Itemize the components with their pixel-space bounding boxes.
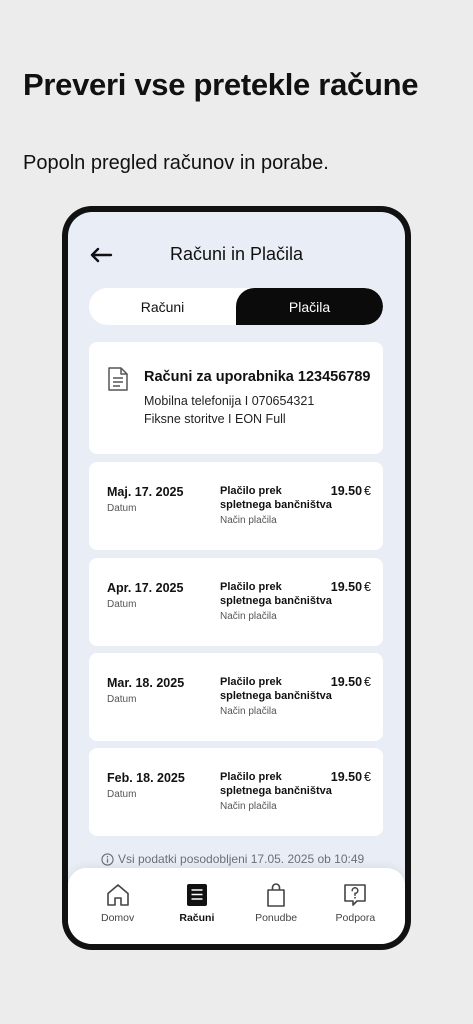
tab-podpora[interactable]: Podpora bbox=[320, 882, 390, 944]
document-icon bbox=[108, 367, 128, 391]
bill-icon bbox=[186, 884, 207, 906]
payment-currency: € bbox=[364, 484, 371, 498]
account-card[interactable]: Računi za uporabnika 123456789 Mobilna t… bbox=[89, 342, 383, 454]
tab-ponudbe[interactable]: Ponudbe bbox=[241, 882, 311, 944]
tab-label: Domov bbox=[100, 912, 135, 924]
help-icon bbox=[344, 884, 367, 906]
payment-amount-value: 19.50 bbox=[330, 770, 363, 784]
app-header: Računi in Plačila bbox=[68, 240, 405, 270]
tab-racuni[interactable]: Računi bbox=[89, 288, 236, 325]
payment-currency: € bbox=[364, 770, 371, 784]
payment-date-label: Datum bbox=[107, 789, 137, 800]
tab-placila[interactable]: Plačila bbox=[236, 288, 383, 325]
payment-card[interactable]: Apr. 17. 2025 Datum Plačilo prek spletne… bbox=[89, 558, 383, 646]
payment-amount: 19.50 € bbox=[331, 484, 371, 498]
payment-method: Plačilo prek spletnega bančništva bbox=[220, 771, 332, 797]
promo-title: Preveri vse pretekle račune bbox=[23, 67, 419, 102]
tab-label: Podpora bbox=[335, 912, 376, 924]
payment-amount-value: 19.50 bbox=[330, 580, 363, 594]
payment-amount: 19.50 € bbox=[331, 770, 371, 784]
payment-card[interactable]: Mar. 18. 2025 Datum Plačilo prek spletne… bbox=[89, 653, 383, 741]
payment-method-label: Način plačila bbox=[220, 801, 277, 812]
payment-card[interactable]: Feb. 18. 2025 Datum Plačilo prek spletne… bbox=[89, 748, 383, 836]
payment-method: Plačilo prek spletnega bančništva bbox=[220, 676, 332, 702]
tab-label: Ponudbe bbox=[255, 912, 298, 924]
payment-amount: 19.50 € bbox=[331, 675, 371, 689]
promo-subtitle: Popoln pregled računov in porabe. bbox=[23, 152, 329, 174]
app-screen: Računi in Plačila Računi Plačila Računi … bbox=[68, 212, 405, 944]
tab-label: Računi bbox=[179, 912, 215, 924]
account-title: Računi za uporabnika 123456789 bbox=[144, 369, 371, 385]
shopping-bag-icon bbox=[267, 883, 285, 907]
phone-frame: Računi in Plačila Računi Plačila Računi … bbox=[62, 206, 411, 950]
payment-date-label: Datum bbox=[107, 694, 137, 705]
payment-date: Feb. 18. 2025 bbox=[107, 771, 185, 785]
payment-date: Apr. 17. 2025 bbox=[107, 581, 184, 595]
payment-amount-value: 19.50 bbox=[330, 484, 363, 498]
segmented-control: Računi Plačila bbox=[89, 288, 383, 325]
payment-amount-value: 19.50 bbox=[330, 675, 363, 689]
tab-domov[interactable]: Domov bbox=[83, 882, 153, 944]
update-note: Vsi podatki posodobljeni 17.05. 2025 ob … bbox=[101, 852, 391, 866]
payment-method: Plačilo prek spletnega bančništva bbox=[220, 485, 332, 511]
update-note-text: Vsi podatki posodobljeni 17.05. 2025 ob … bbox=[118, 852, 365, 866]
payment-date: Maj. 17. 2025 bbox=[107, 485, 184, 499]
payment-date: Mar. 18. 2025 bbox=[107, 676, 185, 690]
payment-method-label: Način plačila bbox=[220, 611, 277, 622]
payment-method-label: Način plačila bbox=[220, 706, 277, 717]
home-icon bbox=[106, 884, 129, 906]
payment-currency: € bbox=[364, 580, 371, 594]
payment-amount: 19.50 € bbox=[331, 580, 371, 594]
bottom-tab-bar: Domov Računi Ponudbe Podpora bbox=[68, 868, 405, 944]
payment-date-label: Datum bbox=[107, 599, 137, 610]
payment-currency: € bbox=[364, 675, 371, 689]
tab-racuni-nav[interactable]: Računi bbox=[162, 882, 232, 944]
payment-method-label: Način plačila bbox=[220, 515, 277, 526]
account-fixed-line: Fiksne storitve I EON Full bbox=[144, 412, 286, 426]
page-title: Računi in Plačila bbox=[169, 244, 304, 264]
account-mobile-line: Mobilna telefonija I 070654321 bbox=[144, 394, 315, 408]
info-icon bbox=[101, 852, 114, 866]
payment-date-label: Datum bbox=[107, 503, 137, 514]
payment-method: Plačilo prek spletnega bančništva bbox=[220, 581, 332, 607]
payment-card[interactable]: Maj. 17. 2025 Datum Plačilo prek spletne… bbox=[89, 462, 383, 550]
